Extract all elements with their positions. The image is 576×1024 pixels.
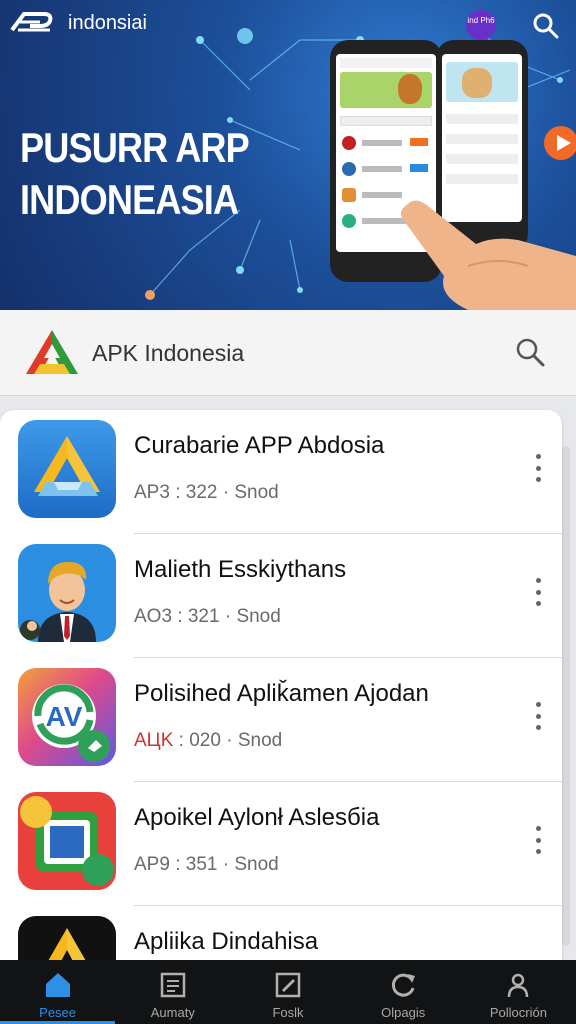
- list-item[interactable]: Apoikel Aylonł Aslesбia AP9 : 351 · Snod: [0, 782, 562, 906]
- brand[interactable]: indonsiai: [10, 10, 147, 36]
- app-title: Malieth Esskiythans: [134, 556, 347, 583]
- more-options-icon[interactable]: [530, 454, 546, 482]
- more-options-icon[interactable]: [530, 702, 546, 730]
- hero-title-line2: INDONEASIA: [20, 176, 239, 223]
- hero-title: PUSURR ARP INDONEASIA: [20, 122, 250, 226]
- hand-pointer-icon: [400, 200, 576, 310]
- user-icon: [508, 973, 529, 998]
- app-title: Polisihed Apliǩamen Ajodan: [134, 680, 429, 707]
- app-meta: AP3 : 322 · Snod: [134, 482, 279, 503]
- brand-name: indonsiai: [68, 11, 147, 34]
- list-item[interactable]: Curabarie APP Abdosia AP3 : 322 · Snod: [0, 410, 562, 534]
- nav-label: Foslk: [272, 1005, 304, 1020]
- edit-icon: [275, 972, 301, 998]
- nav-label: Pollocrión: [489, 1005, 547, 1020]
- nav-label: Aumaty: [150, 1005, 195, 1020]
- refresh-badge-icon: AV: [18, 668, 116, 766]
- list-item[interactable]: AV Polisihed Apliǩamen Ajodan AЦK : 020 …: [0, 658, 562, 782]
- hero-banner: indonsiai ind Ph6 PUSURR ARP INDONEASIA: [0, 0, 576, 310]
- square-frame-icon: [18, 792, 116, 890]
- search-icon[interactable]: [512, 334, 550, 372]
- nav-item-olpagis[interactable]: Olpagis: [346, 960, 461, 1024]
- play-icon[interactable]: [544, 126, 576, 160]
- app-logo-icon: [26, 330, 78, 374]
- businessman-avatar-icon: [18, 544, 116, 642]
- profile-badge[interactable]: ind Ph6: [466, 10, 496, 40]
- hero-title-line1: PUSURR ARP: [20, 124, 250, 171]
- svg-text:AV: AV: [46, 701, 83, 732]
- scrollbar[interactable]: [562, 446, 570, 946]
- nav-label: Olpagis: [381, 1005, 426, 1020]
- refresh-icon: [392, 973, 416, 997]
- app-list: Curabarie APP Abdosia AP3 : 322 · Snod M…: [0, 410, 562, 970]
- search-icon[interactable]: [530, 10, 562, 42]
- app-meta: AO3 : 321 · Snod: [134, 606, 281, 627]
- app-title: Apoikel Aylonł Aslesбia: [134, 804, 380, 831]
- search-bar[interactable]: APK Indonesia: [0, 310, 576, 396]
- search-input[interactable]: APK Indonesia: [92, 340, 244, 367]
- nav-item-home[interactable]: Pesee: [0, 960, 116, 1024]
- nav-item-foslk[interactable]: Foslk: [230, 960, 345, 1024]
- app-title: Apliika Dindahisa: [134, 928, 319, 955]
- more-options-icon[interactable]: [530, 578, 546, 606]
- app-meta-rest: : 020 · Snod: [173, 730, 283, 751]
- app-meta: AЦK : 020 · Snod: [134, 730, 282, 752]
- app-title: Curabarie APP Abdosia: [134, 432, 385, 459]
- more-options-icon[interactable]: [530, 826, 546, 854]
- app-meta: AP9 : 351 · Snod: [134, 854, 279, 875]
- brand-logo-icon: [10, 12, 53, 32]
- nav-item-profile[interactable]: Pollocrión: [461, 960, 576, 1024]
- nav-item-aumaty[interactable]: Aumaty: [115, 960, 230, 1024]
- list-item[interactable]: Malieth Esskiythans AO3 : 321 · Snod: [0, 534, 562, 658]
- bottom-nav: Pesee Aumaty Foslk Olpagis Pollocrión: [0, 960, 576, 1024]
- drive-triangle-icon: [18, 420, 116, 518]
- document-icon: [160, 972, 186, 998]
- nav-label: Pesee: [39, 1005, 77, 1020]
- home-icon: [45, 973, 70, 997]
- app-meta-accent: AЦK: [134, 730, 174, 751]
